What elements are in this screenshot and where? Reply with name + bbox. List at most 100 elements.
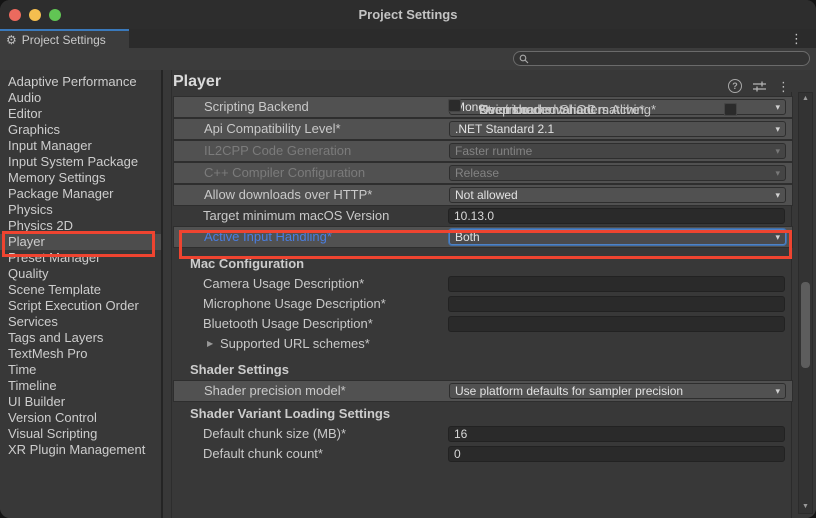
sidebar-item-timeline[interactable]: Timeline xyxy=(0,378,161,394)
window-title: Project Settings xyxy=(0,0,816,29)
dropdown-il2cpp-code-generation: Faster runtime ▾ xyxy=(449,143,786,159)
settings-row: C++ Compiler Configuration Release ▾ xyxy=(173,162,793,184)
settings-row: Bluetooth Usage Description* xyxy=(173,314,793,334)
dropdown-value: Both xyxy=(455,230,480,244)
zoom-button[interactable] xyxy=(49,9,61,21)
vertical-scrollbar[interactable]: ▲ ▼ xyxy=(798,92,813,514)
close-button[interactable] xyxy=(9,9,21,21)
setting-label: Api Compatibility Level* xyxy=(204,119,341,139)
sidebar-item-xr-plugin-management[interactable]: XR Plugin Management xyxy=(0,442,161,458)
section-header: Mac Configuration xyxy=(173,254,793,274)
text-field-default-chunk-size-mb[interactable]: 16 xyxy=(448,426,785,442)
sidebar-item-graphics[interactable]: Graphics xyxy=(0,122,161,138)
chevron-down-icon: ▾ xyxy=(775,144,780,158)
panel-kebab-menu-icon[interactable]: ⋮ xyxy=(777,80,790,93)
setting-label: C++ Compiler Configuration xyxy=(204,163,365,183)
field-value: 10.13.0 xyxy=(454,209,494,223)
setting-label: Camera Usage Description* xyxy=(203,274,364,294)
dropdown-active-input-handling[interactable]: Both▾ xyxy=(449,229,786,245)
tab-label: Project Settings xyxy=(22,33,106,47)
dropdown-allow-downloads-over-http[interactable]: Not allowed▾ xyxy=(449,187,786,203)
sidebar-item-player[interactable]: Player xyxy=(0,234,161,250)
scroll-down-icon[interactable]: ▼ xyxy=(799,502,812,512)
dropdown-shader-precision-model[interactable]: Use platform defaults for sampler precis… xyxy=(449,383,786,399)
sidebar-item-time[interactable]: Time xyxy=(0,362,161,378)
help-icon[interactable]: ? xyxy=(728,79,742,93)
search-box[interactable] xyxy=(513,51,810,66)
chevron-down-icon: ▾ xyxy=(775,166,780,180)
window-titlebar: Project Settings xyxy=(0,0,816,30)
field-value: 16 xyxy=(454,427,467,441)
sidebar-item-editor[interactable]: Editor xyxy=(0,106,161,122)
field-value: 0 xyxy=(454,447,461,461)
sidebar-item-visual-scripting[interactable]: Visual Scripting xyxy=(0,426,161,442)
settings-row: Api Compatibility Level* .NET Standard 2.… xyxy=(173,118,793,140)
section-header: Shader Settings xyxy=(173,360,793,380)
settings-row: Active Input Handling* Both▾ xyxy=(173,226,793,248)
section-title: Mac Configuration xyxy=(190,254,304,274)
dropdown-value: .NET Standard 2.1 xyxy=(455,122,554,136)
setting-label: Bluetooth Usage Description* xyxy=(203,314,373,334)
setting-label: Shader precision model* xyxy=(204,381,346,401)
sidebar-item-audio[interactable]: Audio xyxy=(0,90,161,106)
sidebar-item-version-control[interactable]: Version Control xyxy=(0,410,161,426)
dropdown-value: Not allowed xyxy=(455,188,518,202)
text-field-microphone-usage-description[interactable] xyxy=(448,296,785,312)
sidebar-item-scene-template[interactable]: Scene Template xyxy=(0,282,161,298)
sidebar-item-adaptive-performance[interactable]: Adaptive Performance xyxy=(0,74,161,90)
scroll-up-icon[interactable]: ▲ xyxy=(799,94,812,104)
tab-kebab-menu-icon[interactable]: ⋮ xyxy=(790,30,803,47)
settings-rows: Scripting BackendMono▾Api Compatibility … xyxy=(173,96,793,464)
settings-row: Override xyxy=(448,99,461,112)
tab-bar: ⚙ Project Settings ⋮ xyxy=(0,29,816,48)
sidebar-item-tags-and-layers[interactable]: Tags and Layers xyxy=(0,330,161,346)
settings-row: IL2CPP Code Generation Faster runtime ▾ xyxy=(173,140,793,162)
text-field-target-minimum-macos-version[interactable]: 10.13.0 xyxy=(448,208,785,224)
sidebar-item-ui-builder[interactable]: UI Builder xyxy=(0,394,161,410)
sidebar-item-physics-2d[interactable]: Physics 2D xyxy=(0,218,161,234)
settings-row: Default chunk count*0 xyxy=(173,444,793,464)
chevron-down-icon: ▾ xyxy=(775,384,780,398)
sidebar-item-services[interactable]: Services xyxy=(0,314,161,330)
sidebar-item-preset-manager[interactable]: Preset Manager xyxy=(0,250,161,266)
sidebar-item-package-manager[interactable]: Package Manager xyxy=(0,186,161,202)
sidebar-item-script-execution-order[interactable]: Script Execution Order xyxy=(0,298,161,314)
text-field-bluetooth-usage-description[interactable] xyxy=(448,316,785,332)
chevron-down-icon: ▾ xyxy=(775,100,780,114)
page-title: Player xyxy=(173,73,221,91)
preset-icon[interactable] xyxy=(753,81,766,92)
settings-sidebar: Adaptive PerformanceAudioEditorGraphicsI… xyxy=(0,70,163,518)
settings-row: Allow downloads over HTTP*Not allowed▾ xyxy=(173,184,793,206)
search-input[interactable] xyxy=(532,53,782,65)
content-area: Adaptive PerformanceAudioEditorGraphicsI… xyxy=(0,70,816,518)
search-icon xyxy=(519,54,529,64)
traffic-lights xyxy=(9,9,61,21)
setting-label: Active Input Handling* xyxy=(204,227,332,247)
foldout-triangle-icon[interactable]: ▶ xyxy=(207,334,213,354)
player-settings-panel: Player ? ⋮ Scripting BackendMono▾Api Com… xyxy=(163,70,816,518)
settings-row: Shader precision model* Use platform defa… xyxy=(173,380,793,402)
settings-row: Microphone Usage Description* xyxy=(173,294,793,314)
dropdown-api-compatibility-level[interactable]: .NET Standard 2.1▾ xyxy=(449,121,786,137)
minimize-button[interactable] xyxy=(29,9,41,21)
dropdown-value: Faster runtime xyxy=(455,144,532,158)
sidebar-item-quality[interactable]: Quality xyxy=(0,266,161,282)
scrollbar-thumb[interactable] xyxy=(801,282,810,368)
text-field-default-chunk-count[interactable]: 0 xyxy=(448,446,785,462)
setting-label: IL2CPP Code Generation xyxy=(204,141,351,161)
dropdown-c-compiler-configuration: Release ▾ xyxy=(449,165,786,181)
checkbox-override[interactable] xyxy=(724,103,737,116)
text-field-camera-usage-description[interactable] xyxy=(448,276,785,292)
sidebar-item-memory-settings[interactable]: Memory Settings xyxy=(0,170,161,186)
panel-indent-line xyxy=(171,70,172,518)
dropdown-value: Release xyxy=(455,166,499,180)
tab-project-settings[interactable]: ⚙ Project Settings xyxy=(0,29,129,48)
sidebar-item-input-manager[interactable]: Input Manager xyxy=(0,138,161,154)
section-title: Shader Variant Loading Settings xyxy=(190,404,390,424)
sidebar-item-input-system-package[interactable]: Input System Package xyxy=(0,154,161,170)
setting-label: Target minimum macOS Version xyxy=(203,206,389,226)
settings-row: Camera Usage Description* xyxy=(173,274,793,294)
sidebar-item-physics[interactable]: Physics xyxy=(0,202,161,218)
sidebar-item-textmesh-pro[interactable]: TextMesh Pro xyxy=(0,346,161,362)
toolbar xyxy=(0,48,816,71)
